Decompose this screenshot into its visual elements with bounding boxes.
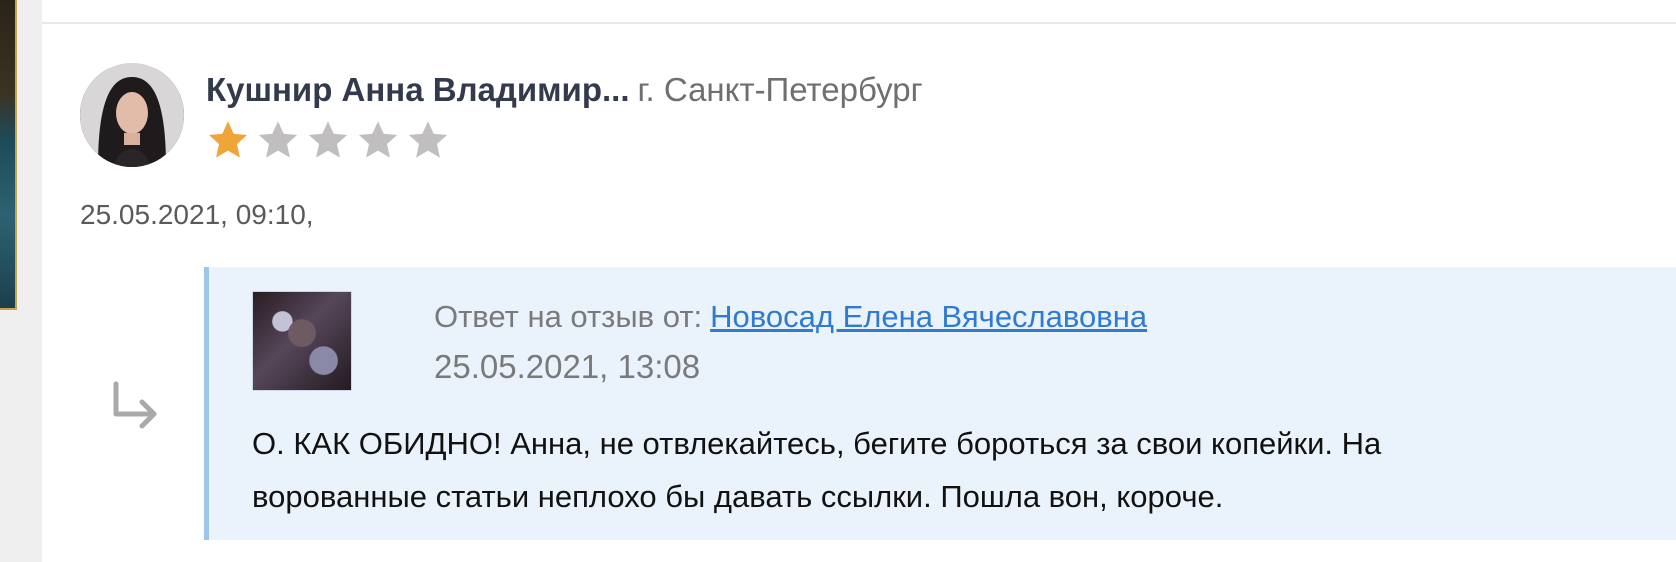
- star-icon: [408, 121, 448, 158]
- divider: [42, 22, 1676, 24]
- review-date: 25.05.2021, 09:10,: [80, 199, 314, 230]
- reply-text-line: ворованные статьи неплохо бы давать ссыл…: [252, 479, 1224, 514]
- reply-text: О. КАК ОБИДНО! Анна, не отвлекайтесь, бе…: [252, 417, 1632, 523]
- reply-text-line: О. КАК ОБИДНО! Анна, не отвлекайтесь, бе…: [252, 426, 1382, 461]
- responder-link[interactable]: Новосад Елена Вячеславовна: [710, 299, 1147, 334]
- reply-block: Ответ на отзыв от: Новосад Елена Вячеслав…: [204, 267, 1676, 540]
- review-card: Кушнир Анна Владимир... г. Санкт-Петербур…: [42, 0, 1676, 562]
- reviewer-info: Кушнир Анна Владимир... г. Санкт-Петербур…: [206, 70, 923, 110]
- reviewer-name[interactable]: Кушнир Анна Владимир...: [206, 71, 630, 108]
- reply-date: 25.05.2021, 13:08: [434, 348, 701, 385]
- reply-from-label: Ответ на отзыв от:: [434, 299, 703, 334]
- side-thumbnail[interactable]: [0, 0, 17, 310]
- star-icon: [208, 121, 248, 158]
- reviewer-city: г. Санкт-Петербург: [637, 71, 923, 108]
- reply-arrow-icon: [113, 381, 157, 429]
- left-gutter: [0, 0, 42, 562]
- rating-stars: [206, 118, 450, 164]
- reply-from-line: Ответ на отзыв от: Новосад Елена Вячеслав…: [434, 297, 1147, 337]
- star-icon: [358, 121, 398, 158]
- star-icon: [308, 121, 348, 158]
- responder-avatar[interactable]: [252, 291, 352, 391]
- reviewer-avatar[interactable]: [80, 63, 184, 167]
- star-icon: [258, 121, 298, 158]
